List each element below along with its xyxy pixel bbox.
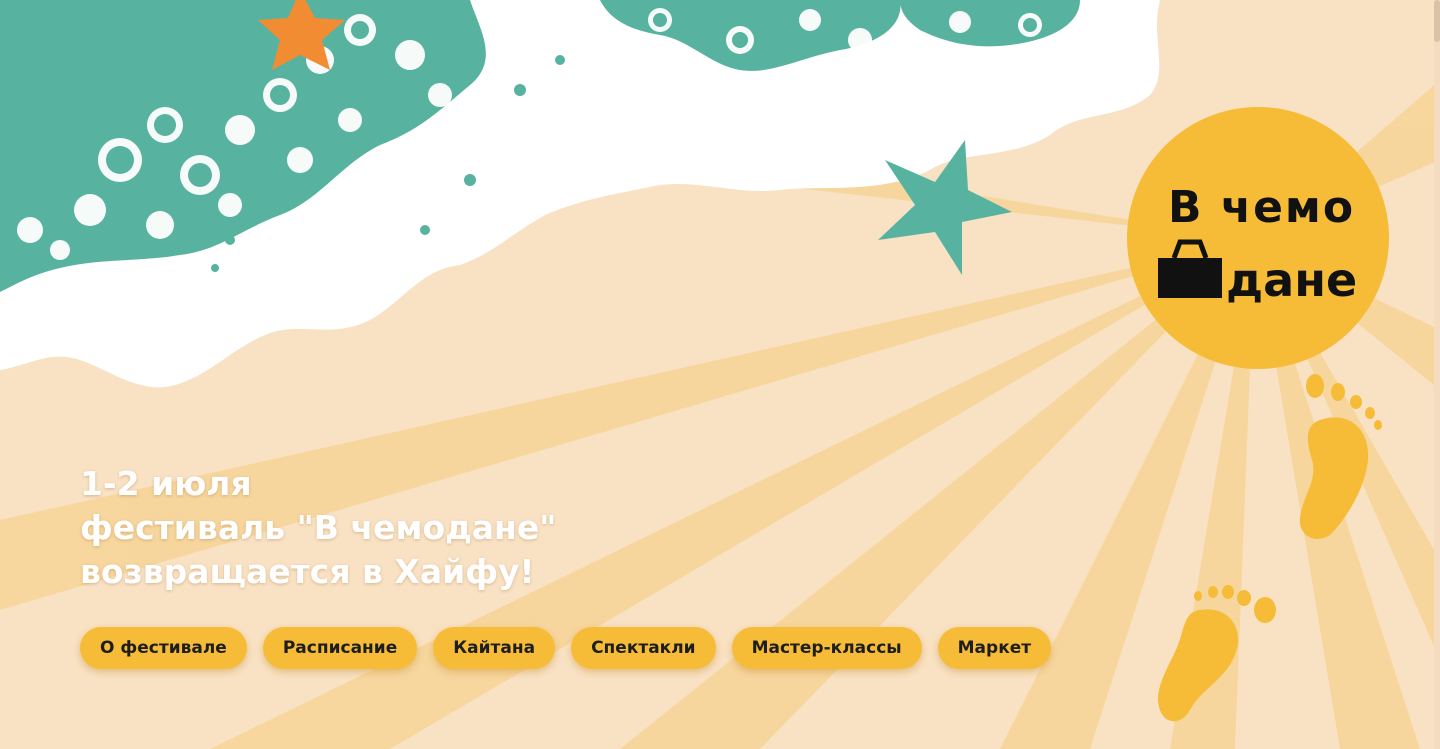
nav-schedule-button[interactable]: Расписание	[262, 627, 418, 669]
nav-shows-button[interactable]: Спектакли	[571, 627, 716, 669]
hero-returns: возвращается в Хайфу!	[80, 552, 535, 591]
main-nav: О фестивале Расписание Кайтана Спектакли…	[80, 627, 1052, 669]
nav-about-button[interactable]: О фестивале	[80, 627, 247, 669]
suitcase-icon	[1158, 239, 1222, 298]
festival-logo[interactable]: В чемо дане	[1140, 130, 1380, 330]
nav-market-button[interactable]: Маркет	[937, 627, 1052, 669]
logo-line-2: дане	[1226, 253, 1357, 307]
scrollbar-thumb[interactable]	[1434, 0, 1440, 42]
hero-headline: 1-2 июля фестиваль "В чемодане" возвраща…	[80, 462, 556, 594]
nav-workshops-button[interactable]: Мастер-классы	[731, 627, 922, 669]
logo-line-1: В чемо	[1168, 182, 1355, 233]
nav-kaitana-button[interactable]: Кайтана	[433, 627, 556, 669]
scrollbar[interactable]	[1434, 0, 1440, 749]
hero-date: 1-2 июля	[80, 464, 252, 503]
hero-festival: фестиваль "В чемодане"	[80, 508, 557, 547]
